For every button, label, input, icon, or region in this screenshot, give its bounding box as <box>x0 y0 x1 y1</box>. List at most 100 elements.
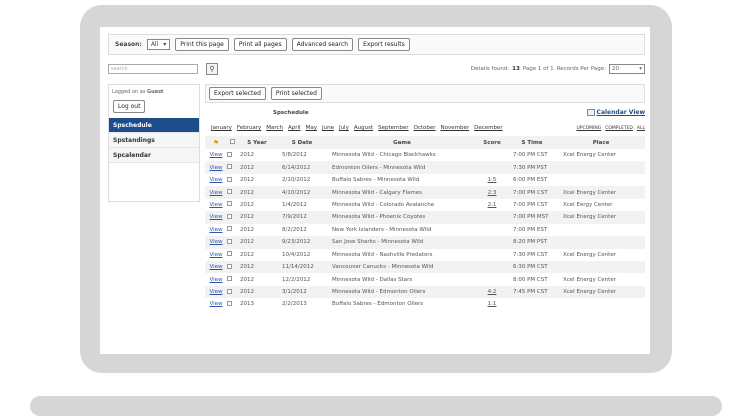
cell-place: Xcel Energy Center <box>563 152 616 159</box>
filter-upcoming[interactable]: UPCOMING <box>576 126 601 131</box>
export-results-button[interactable]: Export results <box>358 38 410 51</box>
season-select[interactable]: All ▾ <box>146 39 171 50</box>
row-checkbox[interactable] <box>227 263 232 269</box>
table-row: View 2012 9/23/2012 San Jose Sharks - Minne… <box>205 236 645 249</box>
export-selected-button[interactable]: Export selected <box>209 87 266 100</box>
cell-score[interactable]: 2:1 <box>488 202 497 208</box>
cell-score[interactable]: 4:2 <box>488 289 497 295</box>
header-place[interactable]: Place <box>557 136 645 149</box>
row-checkbox[interactable] <box>227 201 232 207</box>
table-row: View 2012 5/8/2012 Minnesota Wild - Chicago… <box>205 149 645 161</box>
table-row: View 2012 8/2/2012 New York Islanders - Min… <box>205 224 645 236</box>
row-checkbox[interactable] <box>227 189 232 195</box>
search-placeholder: search <box>111 65 128 72</box>
month-link[interactable]: October <box>414 125 436 131</box>
search-button[interactable]: ⚲ <box>206 62 218 75</box>
view-link[interactable]: View <box>209 301 222 307</box>
cell-game: Vancouver Canucks - Minnesota Wild <box>327 260 477 274</box>
search-row: search ⚲ Details found: 13 Page 1 of 1 R… <box>108 62 645 75</box>
month-link[interactable]: September <box>378 125 408 131</box>
row-checkbox[interactable] <box>227 164 232 170</box>
cell-game: Minnesota Wild - Chicago Blackhawks <box>332 152 436 159</box>
view-link[interactable]: View <box>209 202 222 208</box>
sidebar-item-spstandings[interactable]: Spstandings <box>109 133 199 148</box>
month-link[interactable]: May <box>306 125 317 131</box>
calendar-view-link[interactable]: Calendar View <box>586 109 645 116</box>
view-link[interactable]: View <box>209 277 222 283</box>
cell-place: Xcel Energy Center <box>557 285 645 299</box>
month-link[interactable]: March <box>266 125 283 131</box>
view-link[interactable]: View <box>209 152 222 158</box>
view-link[interactable]: View <box>209 190 222 196</box>
screen: Season: All ▾ Print this page Print all … <box>100 27 650 354</box>
month-link[interactable]: February <box>237 125 261 131</box>
header-score[interactable]: Score <box>477 136 507 149</box>
month-link[interactable]: August <box>354 125 373 131</box>
header-game[interactable]: Game <box>327 136 477 149</box>
row-checkbox[interactable] <box>227 276 232 282</box>
cell-time: 7:00 PM CST <box>513 152 548 159</box>
view-link[interactable]: View <box>209 252 222 258</box>
cell-date: 7/9/2012 <box>277 211 327 224</box>
row-checkbox[interactable] <box>227 176 232 182</box>
table-row: View 2012 6/14/2012 Edmonton Oilers - Minne… <box>205 161 645 174</box>
print-all-button[interactable]: Print all pages <box>233 38 287 51</box>
view-link[interactable]: View <box>209 264 222 270</box>
cell-place <box>557 174 645 186</box>
row-checkbox[interactable] <box>227 288 232 294</box>
logout-button[interactable]: Log out <box>113 100 146 113</box>
cell-date: 6/14/2012 <box>277 161 327 174</box>
header-time[interactable]: S Time <box>507 136 557 149</box>
month-link[interactable]: November <box>441 125 470 131</box>
row-checkbox[interactable] <box>227 251 232 257</box>
row-checkbox[interactable] <box>227 300 232 306</box>
cell-score[interactable]: 1:5 <box>488 177 497 183</box>
page-text: Page 1 of 1 <box>522 65 554 72</box>
view-link[interactable]: View <box>209 289 222 295</box>
cell-score[interactable]: 2:3 <box>488 190 497 196</box>
filter-all[interactable]: ALL <box>637 126 645 131</box>
table-row: View 2012 10/4/2012 Minnesota Wild - Nashvi… <box>205 249 645 261</box>
actions-bar: Export selected Print selected <box>205 84 645 103</box>
search-input[interactable]: search <box>108 63 198 74</box>
view-link[interactable]: View <box>209 239 222 245</box>
cell-date: 5/8/2012 <box>282 152 307 159</box>
cell-date: 3/1/2012 <box>277 285 327 299</box>
row-checkbox[interactable] <box>227 238 232 244</box>
print-page-button[interactable]: Print this page <box>175 38 229 51</box>
cell-year: 2013 <box>240 301 254 308</box>
sidebar: Logged on as Guest Log out Spschedule Sp… <box>108 84 200 202</box>
month-link[interactable]: July <box>339 125 349 131</box>
month-link[interactable]: December <box>474 125 503 131</box>
row-checkbox[interactable] <box>227 226 232 232</box>
sidebar-item-spcalendar[interactable]: Spcalendar <box>109 148 199 163</box>
view-link[interactable]: View <box>209 214 222 220</box>
table-row: View 2012 2/10/2012 Buffalo Sabres - Minnes… <box>205 174 645 186</box>
status-filters: UPCOMING COMPLETED ALL <box>576 126 645 131</box>
sidebar-item-spschedule[interactable]: Spschedule <box>109 118 199 133</box>
row-checkbox[interactable] <box>227 151 232 157</box>
filter-completed[interactable]: COMPLETED <box>605 126 633 131</box>
cell-time <box>507 298 557 310</box>
cell-place: Xcel Eergy Center <box>563 201 613 208</box>
header-year[interactable]: S Year <box>237 136 277 149</box>
cell-year: 2012 <box>240 177 254 184</box>
cell-time: 7:00 PM EST <box>513 226 548 233</box>
select-all-checkbox[interactable] <box>229 139 235 144</box>
view-link[interactable]: View <box>209 165 222 171</box>
main-content: Export selected Print selected Spschedul… <box>205 84 645 311</box>
advanced-search-button[interactable]: Advanced search <box>291 38 354 51</box>
view-link[interactable]: View <box>209 177 222 183</box>
month-link[interactable]: April <box>288 125 301 131</box>
print-selected-button[interactable]: Print selected <box>270 87 322 100</box>
header-date[interactable]: S Date <box>277 136 327 149</box>
month-link[interactable]: June <box>322 125 334 131</box>
per-page-select[interactable]: 20 ▾ <box>609 63 645 74</box>
row-checkbox[interactable] <box>227 213 232 219</box>
view-link[interactable]: View <box>209 227 222 233</box>
cell-date: 2/10/2012 <box>282 177 311 184</box>
cell-score[interactable]: 1:1 <box>488 301 497 307</box>
cell-year: 2012 <box>237 186 277 199</box>
cell-time: 7:30 PM CST <box>513 251 548 258</box>
month-link[interactable]: January <box>211 125 232 131</box>
